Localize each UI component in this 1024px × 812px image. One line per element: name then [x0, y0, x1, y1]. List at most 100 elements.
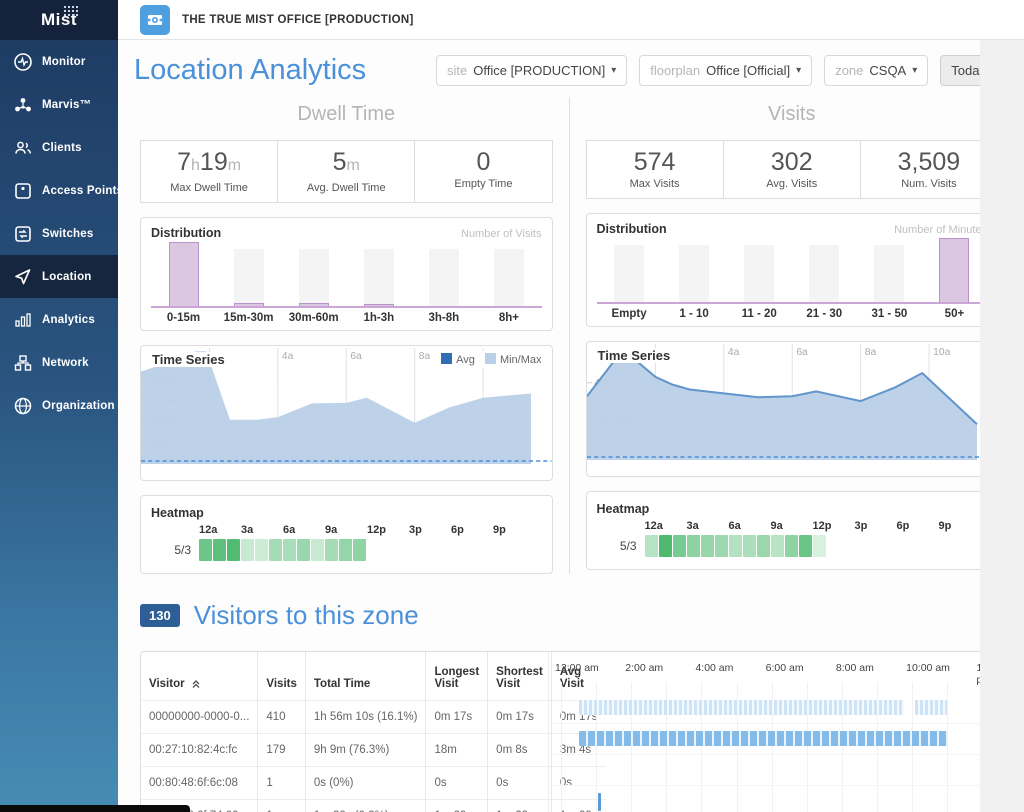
timeseries-title: Time Series — [149, 352, 228, 367]
heatmap-cell[interactable] — [339, 539, 352, 561]
sidebar: Monitor Marvis™ Clients Access Points Switch… — [0, 40, 118, 812]
sidebar-item-network[interactable]: Network — [0, 341, 118, 384]
heatmap-cell[interactable] — [297, 539, 310, 561]
timeline-visit-band[interactable] — [579, 731, 947, 746]
heatmap-cell[interactable] — [353, 539, 366, 561]
mist-logo[interactable]: Mist — [0, 0, 118, 40]
distribution-bar[interactable] — [281, 244, 346, 306]
marvis-icon — [13, 95, 33, 115]
distribution-labels: 0-15m15m-30m30m-60m1h-3h3h-8h8h+ — [151, 312, 542, 324]
heatmap-cell[interactable] — [255, 539, 268, 561]
table-cell: 1 — [258, 767, 305, 800]
visits-timeseries-card[interactable]: Time Series 2a4a6a8a10a400 visits200 vis… — [586, 341, 999, 477]
org-name[interactable]: THE TRUE MIST OFFICE [PRODUCTION] — [182, 14, 414, 26]
heatmap-cell[interactable] — [227, 539, 240, 561]
distribution-chart[interactable] — [597, 240, 988, 304]
table-row[interactable]: 00:27:10:82:4c:fc1799h 9m (76.3%)18m0m 8… — [141, 734, 606, 767]
page-right-gutter — [980, 40, 1024, 812]
distribution-bar[interactable] — [857, 240, 922, 302]
sidebar-item-marvis[interactable]: Marvis™ — [0, 83, 118, 126]
dwell-timeseries-card[interactable]: Time Series 2a4a6a8a10a20000150001000050… — [140, 345, 553, 481]
table-cell: 1m 29s — [426, 800, 488, 812]
column-header-total-time[interactable]: Total Time — [305, 652, 426, 701]
sidebar-item-label: Monitor — [42, 56, 86, 68]
sidebar-item-analytics[interactable]: Analytics — [0, 298, 118, 341]
sort-icon[interactable] — [191, 679, 201, 689]
distribution-bar[interactable] — [476, 244, 541, 306]
distribution-bar[interactable] — [151, 244, 216, 306]
heatmap-cell[interactable] — [757, 535, 770, 557]
distribution-bar[interactable] — [922, 240, 987, 302]
panel-heading: Dwell Time — [140, 103, 553, 126]
heatmap-hour-label: 9p — [493, 524, 506, 536]
zone-dropdown[interactable]: zone CSQA ▾ — [824, 55, 928, 86]
heatmap-cell[interactable] — [799, 535, 812, 557]
heatmap-cell[interactable] — [311, 539, 324, 561]
sidebar-item-accesspoints[interactable]: Access Points — [0, 169, 118, 212]
distribution-bar[interactable] — [597, 240, 662, 302]
column-header-visitor[interactable]: Visitor — [141, 652, 258, 701]
distribution-bar[interactable] — [411, 244, 476, 306]
heatmap-cell[interactable] — [813, 535, 826, 557]
distribution-bar[interactable] — [216, 244, 281, 306]
heatmap-cell[interactable] — [325, 539, 338, 561]
heatmap-row-label: 5/3 — [597, 539, 637, 553]
visits-panel: Visits 574Max Visits302Avg. Visits3,509N… — [570, 97, 1009, 574]
heatmap-cell[interactable] — [283, 539, 296, 561]
heatmap-cell[interactable] — [687, 535, 700, 557]
heatmap-cell[interactable] — [199, 539, 212, 561]
sidebar-item-organization[interactable]: Organization — [0, 384, 118, 427]
site-dropdown[interactable]: site Office [PRODUCTION] ▾ — [436, 55, 627, 86]
sidebar-item-location[interactable]: Location — [0, 255, 118, 298]
zone-dropdown-label: zone — [835, 63, 863, 78]
heatmap-title: Heatmap — [151, 506, 204, 520]
visitor-count-badge: 130 — [140, 604, 180, 627]
table-row[interactable]: 00:80:48:6f:74:0011m 29s (0.2%)1m 29s1m … — [141, 800, 606, 812]
table-cell: 0m 17s — [488, 701, 552, 734]
site-icon[interactable] — [140, 5, 170, 35]
visits-heatmap-card[interactable]: Heatmap 12a3a6a9a12p3p6p9p5/3 — [586, 491, 999, 570]
column-header-visits[interactable]: Visits — [258, 652, 305, 701]
distribution-chart[interactable] — [151, 244, 542, 308]
heatmap-cell[interactable] — [729, 535, 742, 557]
heatmap-cell[interactable] — [645, 535, 658, 557]
table-row[interactable]: 00000000-0000-0...4101h 56m 10s (16.1%)0… — [141, 701, 606, 734]
heatmap-cell[interactable] — [701, 535, 714, 557]
monitor-icon — [13, 52, 33, 72]
sidebar-item-monitor[interactable]: Monitor — [0, 40, 118, 83]
timeline-visit-band[interactable] — [915, 700, 947, 715]
timeline-visit-band[interactable] — [598, 793, 601, 811]
floorplan-dropdown[interactable]: floorplan Office [Official] ▾ — [639, 55, 812, 86]
sidebar-item-label: Clients — [42, 142, 82, 154]
distribution-bar[interactable] — [727, 240, 792, 302]
table-row[interactable]: 00:80:48:6f:6c:0810s (0%)0s0s0s — [141, 767, 606, 800]
visits-timeline[interactable]: 12:00 am2:00 am4:00 am6:00 am8:00 am10:0… — [549, 652, 1007, 812]
distribution-category-label: 1h-3h — [346, 312, 411, 324]
timeline-hour-label: 8:00 am — [836, 662, 874, 674]
heatmap-cell[interactable] — [715, 535, 728, 557]
heatmap-cell[interactable] — [743, 535, 756, 557]
site-dropdown-value: Office [PRODUCTION] — [473, 63, 605, 78]
sidebar-item-switches[interactable]: Switches — [0, 212, 118, 255]
column-header-shortest-visit[interactable]: Shortest Visit — [488, 652, 552, 701]
heatmap-cell[interactable] — [269, 539, 282, 561]
heatmap-cell[interactable] — [659, 535, 672, 557]
table-cell: 00000000-0000-0... — [141, 701, 258, 734]
column-header-longest-visit[interactable]: Longest Visit — [426, 652, 488, 701]
sidebar-item-clients[interactable]: Clients — [0, 126, 118, 169]
distribution-bar[interactable] — [792, 240, 857, 302]
heatmap-cell[interactable] — [673, 535, 686, 557]
dwell-heatmap-card[interactable]: Heatmap 12a3a6a9a12p3p6p9p5/3 — [140, 495, 553, 574]
distribution-bar[interactable] — [346, 244, 411, 306]
heatmap-cell[interactable] — [241, 539, 254, 561]
heatmap-cell[interactable] — [771, 535, 784, 557]
heatmap-cell[interactable] — [785, 535, 798, 557]
distribution-bar[interactable] — [662, 240, 727, 302]
sidebar-item-label: Switches — [42, 228, 93, 240]
heatmap-cell[interactable] — [213, 539, 226, 561]
sidebar-item-label: Analytics — [42, 314, 95, 326]
location-icon — [13, 267, 33, 287]
table-cell: 179 — [258, 734, 305, 767]
timeline-visit-band[interactable] — [579, 700, 905, 715]
analytics-icon — [13, 310, 33, 330]
